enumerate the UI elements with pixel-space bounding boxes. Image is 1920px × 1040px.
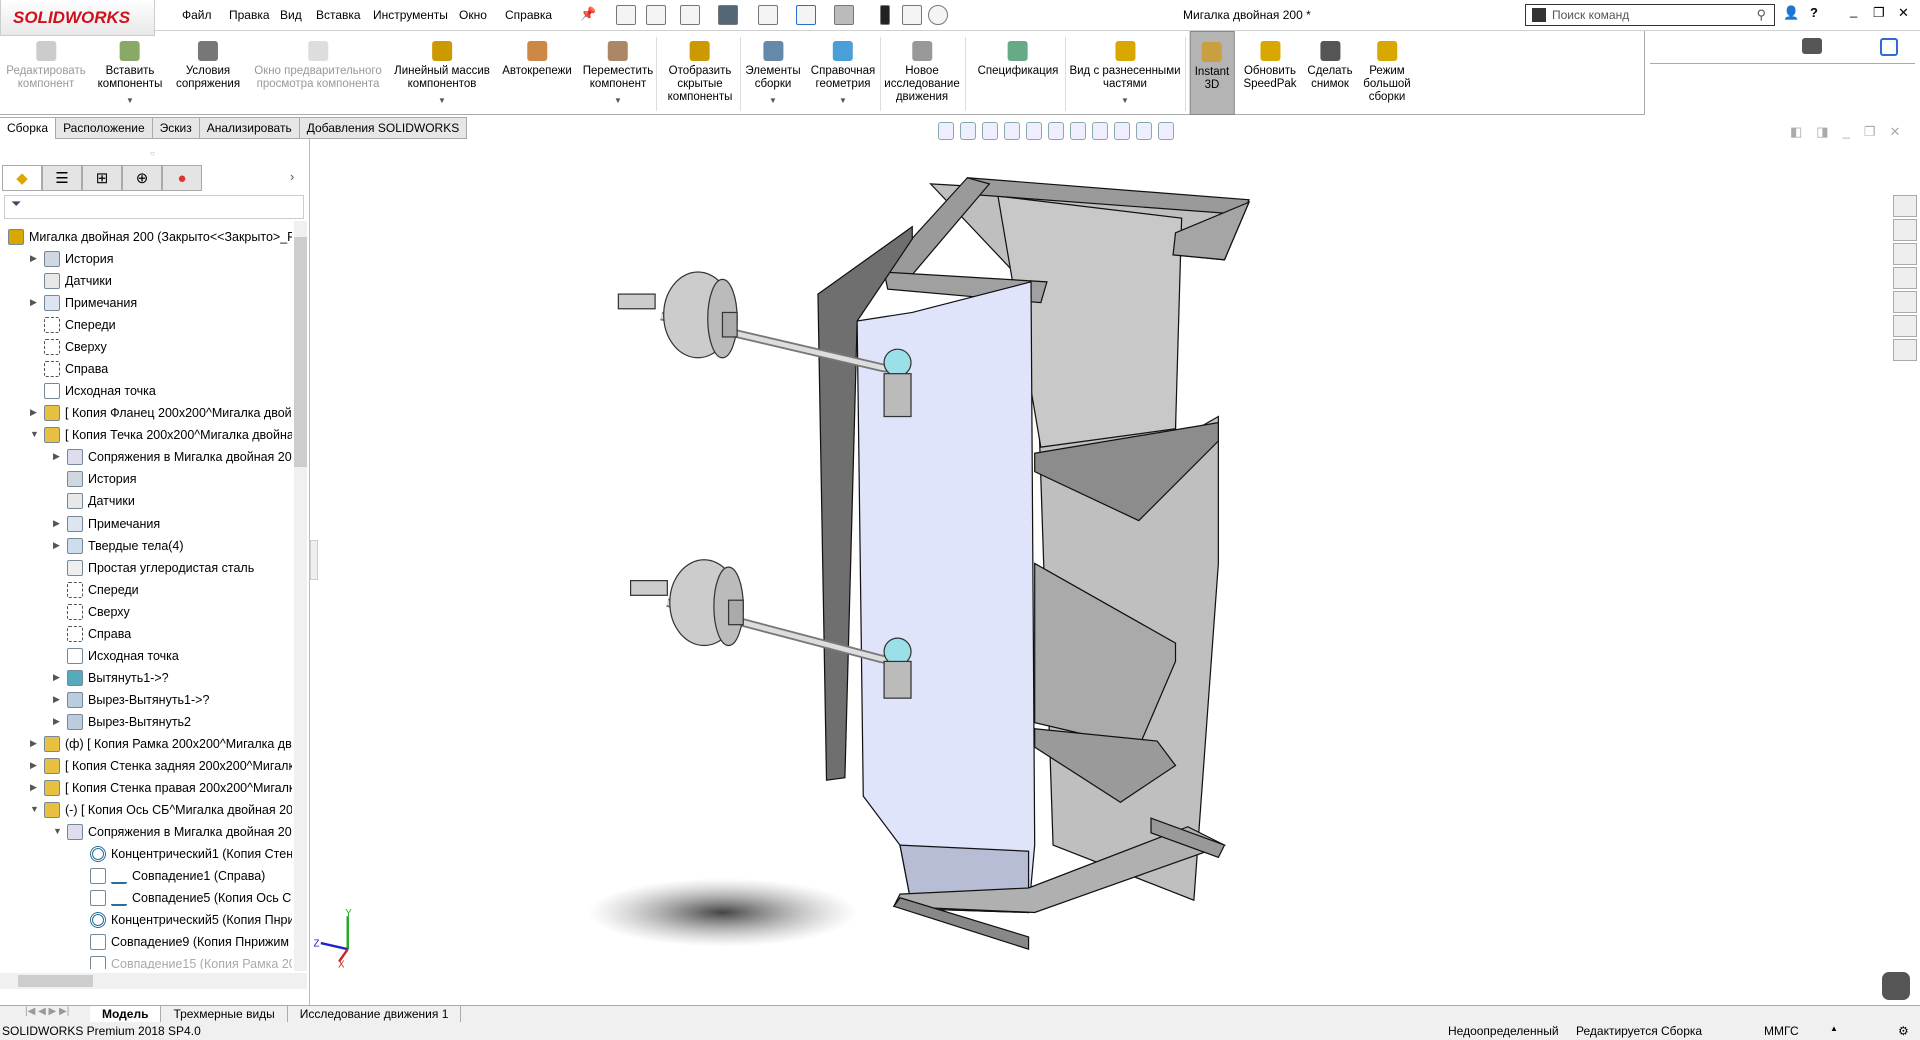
- customize-icon[interactable]: ⚙: [1898, 1024, 1909, 1038]
- units-dropdown-arrow[interactable]: ▲: [1830, 1024, 1838, 1033]
- bottom-tab-1[interactable]: Трехмерные виды: [161, 1006, 288, 1022]
- assembly-model: [817, 177, 1251, 951]
- display-help-button[interactable]: [1882, 972, 1910, 1000]
- solidworks-logo[interactable]: SOLIDWORKS: [0, 0, 155, 36]
- bottom-tabs: |◀ ◀ ▶ ▶| Модель Трехмерные виды Исследова…: [0, 1005, 1920, 1022]
- model-shadow: [587, 878, 858, 947]
- tab-navigation-arrows[interactable]: |◀ ◀ ▶ ▶|: [0, 1006, 90, 1022]
- status-bar: SOLIDWORKS Premium 2018 SP4.0 Недоопреде…: [0, 1022, 1920, 1040]
- coordinate-triad: Y Z X: [313, 908, 352, 970]
- bottom-tab-0[interactable]: Модель: [90, 1006, 162, 1022]
- logo-text: SOLIDWORKS: [13, 7, 131, 27]
- units-selector[interactable]: ММГС: [1764, 1024, 1799, 1038]
- triad-x-label: X: [338, 960, 345, 971]
- definition-status: Недоопределенный: [1448, 1024, 1559, 1038]
- 3d-model-viewport[interactable]: Y Z X: [0, 0, 1920, 1040]
- bottom-tab-2[interactable]: Исследование движения 1: [288, 1006, 462, 1022]
- triad-z-label: Z: [313, 939, 319, 950]
- triad-y-label: Y: [345, 908, 352, 919]
- editing-status: Редактируется Сборка: [1576, 1024, 1703, 1038]
- product-version: SOLIDWORKS Premium 2018 SP4.0: [2, 1024, 201, 1038]
